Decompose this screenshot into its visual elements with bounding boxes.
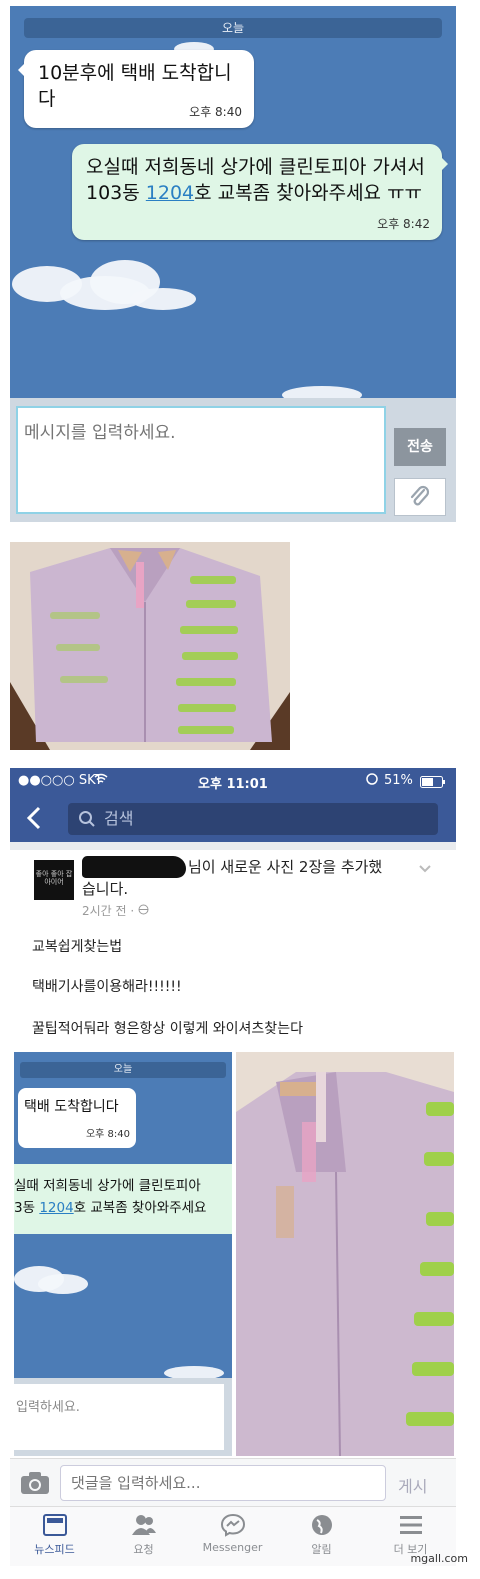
post-line: 택배기사를이용해라!!!!!! <box>32 979 182 995</box>
tab-bar: 뉴스피드 요청 Messenger 알림 더 보기 <box>10 1506 456 1566</box>
send-button[interactable]: 전송 <box>394 428 446 466</box>
shirt-photo <box>10 542 290 750</box>
thumb-input: 입력하세요. <box>14 1384 224 1450</box>
tab-label: 뉴스피드 <box>34 1543 75 1556</box>
photo-thumbnail-chat[interactable]: 오늘 택배 도착합니다 오후 8:40 실때 저희동네 상가에 클린토피아 3동… <box>14 1052 232 1456</box>
clock: 오후 11:01 <box>198 777 268 792</box>
thumb-out-part: 호 교복좀 찾아와주세요 <box>73 1200 207 1216</box>
post-time-text: 2시간 전 · <box>82 904 139 918</box>
post-headline-cont: 습니다. <box>82 880 129 898</box>
tab-more[interactable]: 더 보기 <box>366 1513 455 1557</box>
post-headline: 님이 새로운 사진 2장을 추가했 <box>188 858 383 876</box>
globe-icon <box>138 904 149 915</box>
post-comment-button[interactable]: 게시 <box>398 1473 427 1497</box>
tab-news-feed[interactable]: 뉴스피드 <box>10 1513 99 1557</box>
menu-icon <box>399 1516 422 1534</box>
messenger-icon <box>220 1513 245 1537</box>
battery-icon <box>420 776 446 792</box>
thumb-time: 오후 8:40 <box>85 1129 130 1140</box>
post-options-button[interactable] <box>418 862 432 878</box>
tab-notifications[interactable]: 알림 <box>277 1513 366 1557</box>
chevron-down-icon <box>419 865 431 873</box>
shirt-illustration <box>10 542 290 750</box>
tab-label: 요청 <box>133 1543 154 1556</box>
redacted-name <box>82 856 186 878</box>
camera-icon <box>21 1472 49 1494</box>
search-input[interactable]: 검색 <box>68 803 438 835</box>
message-line: 오실때 저희동네 상가에 클린토피아 가셔서 <box>86 156 425 178</box>
post-line: 꿀팁적어둬라 형은항상 이렇게 와이셔츠찾는다 <box>32 1021 303 1037</box>
friends-icon <box>131 1515 156 1535</box>
message-line-part: 103동 <box>86 182 146 204</box>
outgoing-message-bubble: 오실때 저희동네 상가에 클린토피아 가셔서 103동 1204호 교복좀 찾아… <box>72 144 448 240</box>
message-composer: 전송 <box>10 398 456 522</box>
message-text: 오실때 저희동네 상가에 클린토피아 가셔서 103동 1204호 교복좀 찾아… <box>86 154 430 206</box>
comment-input[interactable] <box>60 1465 386 1501</box>
wifi-icon <box>94 773 108 789</box>
message-time: 오후 8:40 <box>189 105 242 119</box>
thumb-incoming-text: 택배 도착합니다 <box>24 1099 119 1115</box>
search-placeholder: 검색 <box>104 809 134 828</box>
photo-thumbnail-shirt[interactable] <box>236 1052 454 1456</box>
nav-bar: 검색 <box>10 794 456 842</box>
comment-bar: 게시 <box>10 1458 456 1506</box>
message-line-part: 호 교복좀 찾아와주세요 ㅠㅠ <box>194 182 423 204</box>
facebook-screenshot: ●●○○○ SKT 오후 11:01 51% 검색 좋아 좋아 잡아이어 님이 … <box>10 768 456 1566</box>
photo-gallery: 오늘 택배 도착합니다 오후 8:40 실때 저희동네 상가에 클린토피아 3동… <box>10 1052 456 1458</box>
back-button[interactable] <box>24 804 50 832</box>
search-icon <box>79 811 95 827</box>
post-line: 교복쉽게찾는법 <box>32 939 123 955</box>
thumb-out-line: 3동 1204호 교복좀 찾아와주세요 <box>14 1196 206 1216</box>
cloud <box>130 288 196 310</box>
paperclip-icon <box>410 485 430 506</box>
battery-percent: 51% <box>384 773 413 788</box>
unit-number-link[interactable]: 1204 <box>146 182 194 204</box>
camera-button[interactable] <box>20 1471 50 1499</box>
message-line: 103동 1204호 교복좀 찾아와주세요 ㅠㅠ <box>86 180 430 206</box>
news-feed-icon <box>42 1514 67 1536</box>
message-input[interactable] <box>16 406 386 514</box>
attach-button[interactable] <box>394 478 446 516</box>
tab-label: Messenger <box>202 1541 263 1554</box>
avatar[interactable]: 좋아 좋아 잡아이어 <box>34 860 74 900</box>
thumb-date-label: 오늘 <box>20 1062 226 1078</box>
shirt-closeup <box>236 1052 454 1456</box>
incoming-message-bubble: 10분후에 택배 도착합니다 오후 8:40 <box>18 50 254 128</box>
watermark: mgall.com <box>410 1552 468 1565</box>
thumb-outgoing-bubble: 실때 저희동네 상가에 클린토피아 3동 1204호 교복좀 찾아와주세요 <box>14 1164 232 1234</box>
thumb-unit-link: 1204 <box>39 1200 74 1216</box>
thumb-out-part: 3동 <box>14 1200 40 1216</box>
chat-screenshot: 오늘 10분후에 택배 도착합니다 오후 8:40 오실때 저희동네 상가에 클… <box>10 6 456 522</box>
tab-requests[interactable]: 요청 <box>99 1513 188 1557</box>
cloud <box>38 1274 88 1294</box>
carrier-label: ●●○○○ SKT <box>18 773 103 788</box>
date-label: 오늘 <box>24 18 442 38</box>
chevron-left-icon <box>26 806 41 830</box>
tab-messenger[interactable]: Messenger <box>188 1513 277 1554</box>
post-timestamp: 2시간 전 · <box>82 902 149 919</box>
alarm-icon <box>366 773 378 789</box>
globe-icon <box>311 1515 332 1535</box>
message-time: 오후 8:42 <box>377 217 430 231</box>
status-bar: ●●○○○ SKT 오후 11:01 51% <box>10 768 456 794</box>
thumb-out-line: 실때 저희동네 상가에 클린토피아 <box>14 1178 201 1194</box>
thumb-incoming-bubble: 택배 도착합니다 오후 8:40 <box>18 1088 136 1148</box>
thumb-composer: 입력하세요. <box>14 1378 232 1456</box>
tab-label: 알림 <box>311 1543 332 1556</box>
